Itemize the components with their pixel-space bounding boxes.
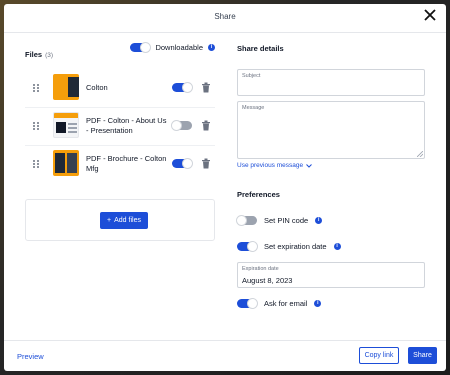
file-row: PDF - Brochure - Colton Mfg	[25, 145, 215, 182]
files-heading: Files	[25, 50, 43, 59]
downloadable-toggle[interactable]	[130, 42, 152, 53]
copy-link-button[interactable]: Copy link	[359, 347, 399, 364]
trash-icon[interactable]	[201, 82, 211, 93]
message-field[interactable]: Message	[237, 101, 425, 159]
add-files-button[interactable]: + Add files	[100, 212, 148, 229]
expiration-date-label: Expiration date	[242, 266, 279, 272]
file-name: PDF - Colton - About Us - Presentation	[86, 116, 167, 135]
share-details-heading: Share details	[237, 44, 284, 53]
preferences-heading: Preferences	[237, 190, 280, 199]
ask-email-row: Ask for email i	[237, 298, 322, 309]
pin-code-label: Set PIN code	[264, 216, 309, 225]
trash-icon[interactable]	[201, 158, 211, 169]
downloadable-label: Downloadable	[155, 43, 203, 52]
use-previous-message-link[interactable]: Use previous message	[237, 162, 312, 169]
plus-icon: +	[107, 217, 112, 224]
expiration-date-field[interactable]: Expiration date August 8, 2023	[237, 262, 425, 288]
chevron-down-icon	[306, 163, 312, 168]
expiration-row: Set expiration date i	[237, 241, 341, 252]
drag-handle-icon[interactable]	[33, 84, 39, 92]
ask-email-label: Ask for email	[264, 299, 308, 308]
file-thumbnail	[53, 74, 79, 100]
add-files-area: + Add files	[25, 199, 215, 241]
info-icon[interactable]: i	[333, 243, 341, 250]
add-files-label: Add files	[114, 217, 141, 224]
use-previous-message-label: Use previous message	[237, 162, 304, 169]
subject-label: Subject	[242, 73, 261, 79]
file-enabled-toggle[interactable]	[172, 158, 193, 169]
trash-icon[interactable]	[201, 120, 211, 131]
info-icon[interactable]: i	[208, 44, 215, 51]
file-thumbnail	[53, 150, 79, 176]
file-row: Colton	[25, 70, 215, 106]
expiration-label: Set expiration date	[264, 242, 327, 251]
modal-title: Share	[214, 12, 236, 21]
expiration-date-value: August 8, 2023	[242, 276, 293, 285]
subject-field[interactable]: Subject	[237, 69, 425, 96]
info-icon[interactable]: i	[314, 300, 322, 307]
modal-footer: Preview Copy link Share	[4, 340, 446, 371]
file-enabled-toggle[interactable]	[172, 82, 193, 93]
drag-handle-icon[interactable]	[33, 122, 39, 130]
file-enabled-toggle[interactable]	[171, 120, 192, 131]
file-row: PDF - Colton - About Us - Presentation	[25, 107, 215, 144]
file-list: Colton PDF - Colton - About Us - Present…	[25, 70, 215, 182]
preview-link[interactable]: Preview	[17, 352, 44, 361]
file-thumbnail	[53, 112, 79, 138]
message-label: Message	[242, 105, 265, 111]
pin-code-toggle[interactable]	[236, 215, 257, 226]
pin-code-row: Set PIN code i	[236, 215, 323, 226]
share-modal: Share Files (3) Downloadable i Colton PD…	[4, 4, 446, 371]
files-section: Files (3) Downloadable i Colton PDF - Col…	[25, 42, 215, 241]
files-header: Files (3) Downloadable i	[25, 42, 215, 59]
drag-handle-icon[interactable]	[33, 160, 39, 168]
modal-header: Share	[4, 4, 446, 33]
file-name: Colton	[86, 83, 108, 92]
info-icon[interactable]: i	[315, 217, 323, 224]
ask-email-toggle[interactable]	[237, 298, 258, 309]
downloadable-control: Downloadable i	[130, 42, 215, 53]
share-button[interactable]: Share	[408, 347, 437, 364]
expiration-toggle[interactable]	[237, 241, 258, 252]
resize-handle-icon[interactable]	[417, 151, 423, 157]
file-name: PDF - Brochure - Colton Mfg	[86, 154, 167, 173]
share-details-section: Share details Subject Message Use previo…	[236, 44, 425, 309]
files-count: (3)	[45, 52, 54, 59]
close-icon[interactable]	[422, 9, 438, 25]
